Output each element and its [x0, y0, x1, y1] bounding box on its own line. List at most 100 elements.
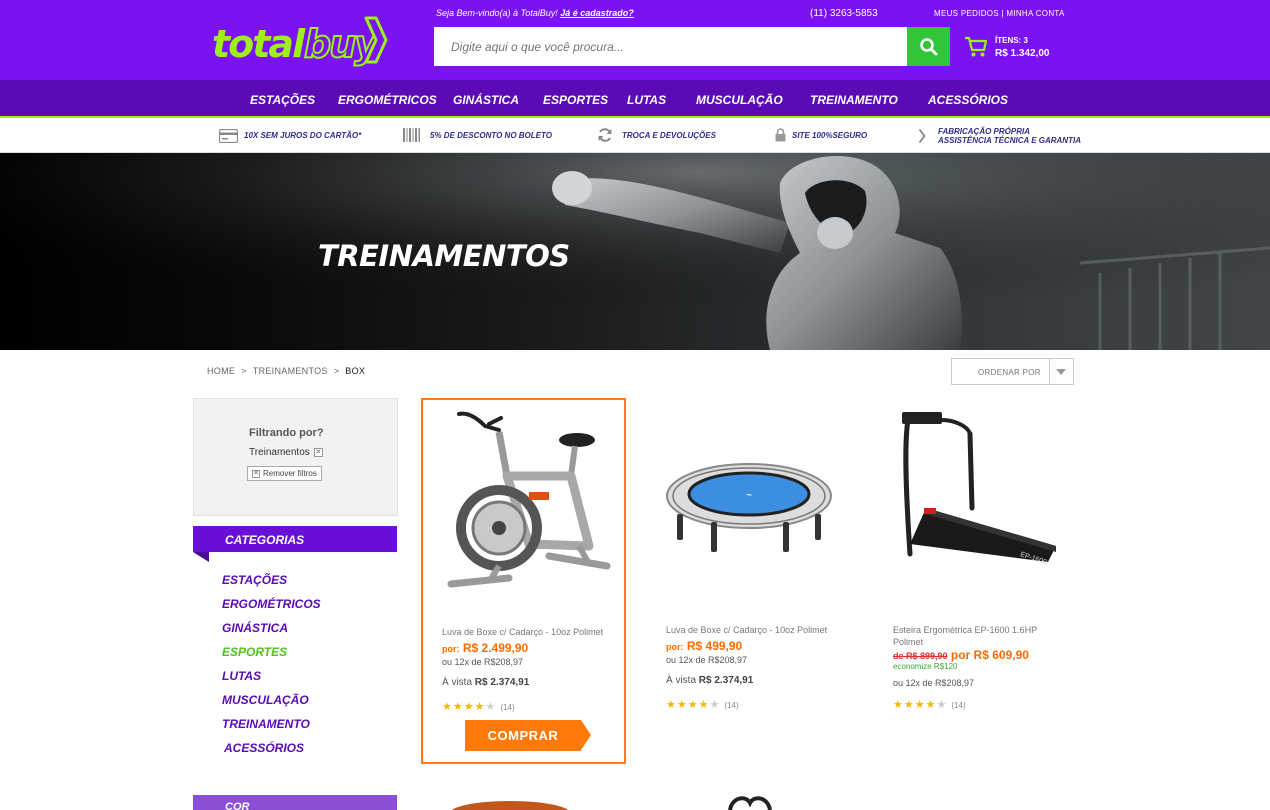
- star-icon: ★: [709, 699, 721, 711]
- category-item-acessorios[interactable]: ACESSÓRIOS: [224, 741, 304, 755]
- breadcrumb-separator: >: [333, 366, 340, 376]
- benefit-secure-site: SITE 100%SEGURO: [792, 131, 868, 140]
- cart-items-count[interactable]: ÍTENS: 3: [995, 36, 1028, 45]
- color-filter-header[interactable]: COR: [193, 795, 397, 810]
- star-icon: ★: [463, 701, 475, 713]
- nav-item-musculacao[interactable]: MUSCULAÇÃO: [696, 93, 783, 107]
- star-icon: ★: [485, 701, 497, 713]
- product-name[interactable]: Luva de Boxe c/ Cadarço - 10oz Polimet: [442, 626, 612, 638]
- category-banner: TREINAMENTOS: [0, 153, 1270, 350]
- category-item-treinamento[interactable]: TREINAMENTO: [222, 717, 310, 731]
- already-registered-link[interactable]: Já é cadastrado?: [560, 8, 634, 18]
- welcome-message: Seja Bem-vindo(a) à TotalBuy! Já é cadas…: [436, 8, 634, 18]
- cart-icon[interactable]: [964, 36, 988, 58]
- review-count[interactable]: (14): [724, 701, 738, 710]
- review-count[interactable]: (14): [951, 701, 965, 710]
- product-cash-price: À vista R$ 2.374,91: [442, 677, 529, 688]
- categories-header-notch: [193, 552, 209, 562]
- breadcrumb-home[interactable]: HOME: [207, 366, 235, 376]
- star-icon: ★: [666, 699, 677, 711]
- categories-header: CATEGORIAS: [193, 526, 397, 552]
- lock-icon: [775, 128, 786, 142]
- nav-item-estacoes[interactable]: ESTAÇÕES: [250, 93, 315, 107]
- search-input[interactable]: [434, 27, 907, 66]
- buy-button-arrow[interactable]: [581, 720, 591, 750]
- star-icon: ★: [893, 699, 904, 711]
- category-item-musculacao[interactable]: MUSCULAÇÃO: [222, 693, 309, 707]
- cash-price-value: R$ 2.374,91: [474, 677, 530, 688]
- buy-button[interactable]: COMPRAR: [465, 720, 581, 751]
- star-icon: ★: [452, 701, 464, 713]
- benefit-manufacturing-line2: ASSISTÊNCIA TÉCNICA E GARANTIA: [938, 136, 1081, 145]
- category-item-lutas[interactable]: LUTAS: [222, 669, 261, 683]
- color-filter-title: COR: [225, 801, 250, 810]
- remove-filters-button[interactable]: ✕ Remover filtros: [247, 466, 322, 481]
- filter-tag-label: Treinamentos: [249, 447, 310, 458]
- product-image-trampoline: ~: [666, 463, 832, 552]
- active-filters-panel: Filtrando por? Treinamentos ✕ ✕ Remover fi…: [193, 398, 398, 516]
- cart-total[interactable]: R$ 1.342,00: [995, 48, 1050, 59]
- remove-filters-label: Remover filtros: [263, 469, 317, 478]
- product-name[interactable]: Luva de Boxe c/ Cadarço - 10oz Polimet: [666, 624, 836, 636]
- product-card[interactable]: ~ Luva de Boxe c/ Cadarço - 10oz Polimet…: [647, 398, 852, 764]
- product-price: por: R$ 2.499,90: [442, 641, 528, 655]
- sort-select[interactable]: ORDENAR POR: [951, 358, 1074, 385]
- logo[interactable]: total buy: [212, 14, 388, 70]
- search-button[interactable]: [907, 27, 950, 66]
- benefit-returns: TROCA E DEVOLUÇÕES: [622, 131, 716, 140]
- benefit-boleto-discount: 5% DE DESCONTO NO BOLETO: [430, 131, 552, 140]
- filter-tag: Treinamentos ✕: [249, 447, 323, 458]
- price-prefix: por:: [442, 644, 460, 654]
- phone-number: (11) 3263-5853: [810, 8, 878, 19]
- product-installments: ou 12x de R$208,97: [442, 657, 524, 667]
- star-icon: ★: [474, 701, 486, 713]
- welcome-text: Seja Bem-vindo(a) à TotalBuy!: [436, 8, 558, 18]
- breadcrumb-separator: >: [241, 366, 247, 376]
- nav-item-acessorios[interactable]: ACESSÓRIOS: [928, 93, 1008, 107]
- star-icon: ★: [903, 699, 915, 711]
- nav-item-ergometricos[interactable]: ERGOMÉTRICOS: [338, 93, 437, 107]
- caret-down-icon: [1056, 369, 1066, 375]
- banner-title: TREINAMENTOS: [318, 239, 570, 273]
- product-installments: ou 12x de R$208,97: [893, 678, 975, 688]
- star-icon: ★: [936, 699, 948, 711]
- product-image-spin-bike: [447, 411, 611, 588]
- nav-item-lutas[interactable]: LUTAS: [627, 93, 666, 107]
- buy-button-label: COMPRAR: [487, 728, 559, 743]
- nav-item-esportes[interactable]: ESPORTES: [543, 93, 608, 107]
- benefit-installments: 10X SEM JUROS DO CARTÃO*: [244, 131, 362, 140]
- product-savings: economize R$120: [893, 662, 958, 671]
- product-name[interactable]: Esteira Ergométrica EP-1600 1.6HP Polime…: [893, 624, 1063, 648]
- breadcrumb-treinamentos[interactable]: TREINAMENTOS: [253, 366, 328, 376]
- review-count[interactable]: (14): [500, 703, 514, 712]
- benefit-manufacturing-line1: FABRICAÇÃO PRÓPRIA: [938, 127, 1031, 136]
- svg-text:~: ~: [746, 490, 752, 500]
- nav-item-ginastica[interactable]: GINÁSTICA: [453, 93, 519, 107]
- price-value: R$ 2.499,90: [462, 641, 529, 655]
- star-icon: ★: [687, 699, 699, 711]
- chevron-right-icon: [918, 128, 926, 144]
- product-cash-price: À vista R$ 2.374,91: [666, 675, 753, 686]
- nav-item-treinamento[interactable]: TREINAMENTO: [810, 93, 898, 107]
- product-price: por: R$ 499,90: [666, 639, 742, 653]
- benefits-bar: 10X SEM JUROS DO CARTÃO* 5% DE DESCONTO …: [0, 120, 1270, 153]
- product-installments: ou 12x de R$208,97: [666, 655, 748, 665]
- price-value: por R$ 609,90: [950, 648, 1029, 662]
- category-item-estacoes[interactable]: ESTAÇÕES: [222, 573, 287, 587]
- category-item-esportes[interactable]: ESPORTES: [222, 645, 287, 659]
- category-item-ergometricos[interactable]: ERGOMÉTRICOS: [222, 597, 321, 611]
- account-links[interactable]: MEUS PEDIDOS | MINHA CONTA: [934, 9, 1065, 18]
- star-icon: ★: [698, 699, 710, 711]
- product-card[interactable]: EP-1600 Esteira Ergométrica EP-1600 1.6H…: [874, 398, 1079, 764]
- price-value: R$ 499,90: [686, 639, 743, 653]
- filter-title: Filtrando por?: [249, 427, 324, 439]
- category-item-ginastica[interactable]: GINÁSTICA: [222, 621, 288, 635]
- cash-price-value: R$ 2.374,91: [698, 675, 754, 686]
- product-card[interactable]: Luva de Boxe c/ Cadarço - 10oz Polimet p…: [421, 398, 626, 764]
- product-rating: ★★★★★ (14): [893, 698, 966, 711]
- search-icon: [919, 37, 937, 55]
- cash-price-label: À vista: [666, 675, 697, 686]
- remove-tag-icon[interactable]: ✕: [313, 447, 323, 457]
- star-icon: ★: [676, 699, 688, 711]
- logo-text-total: total: [212, 22, 305, 66]
